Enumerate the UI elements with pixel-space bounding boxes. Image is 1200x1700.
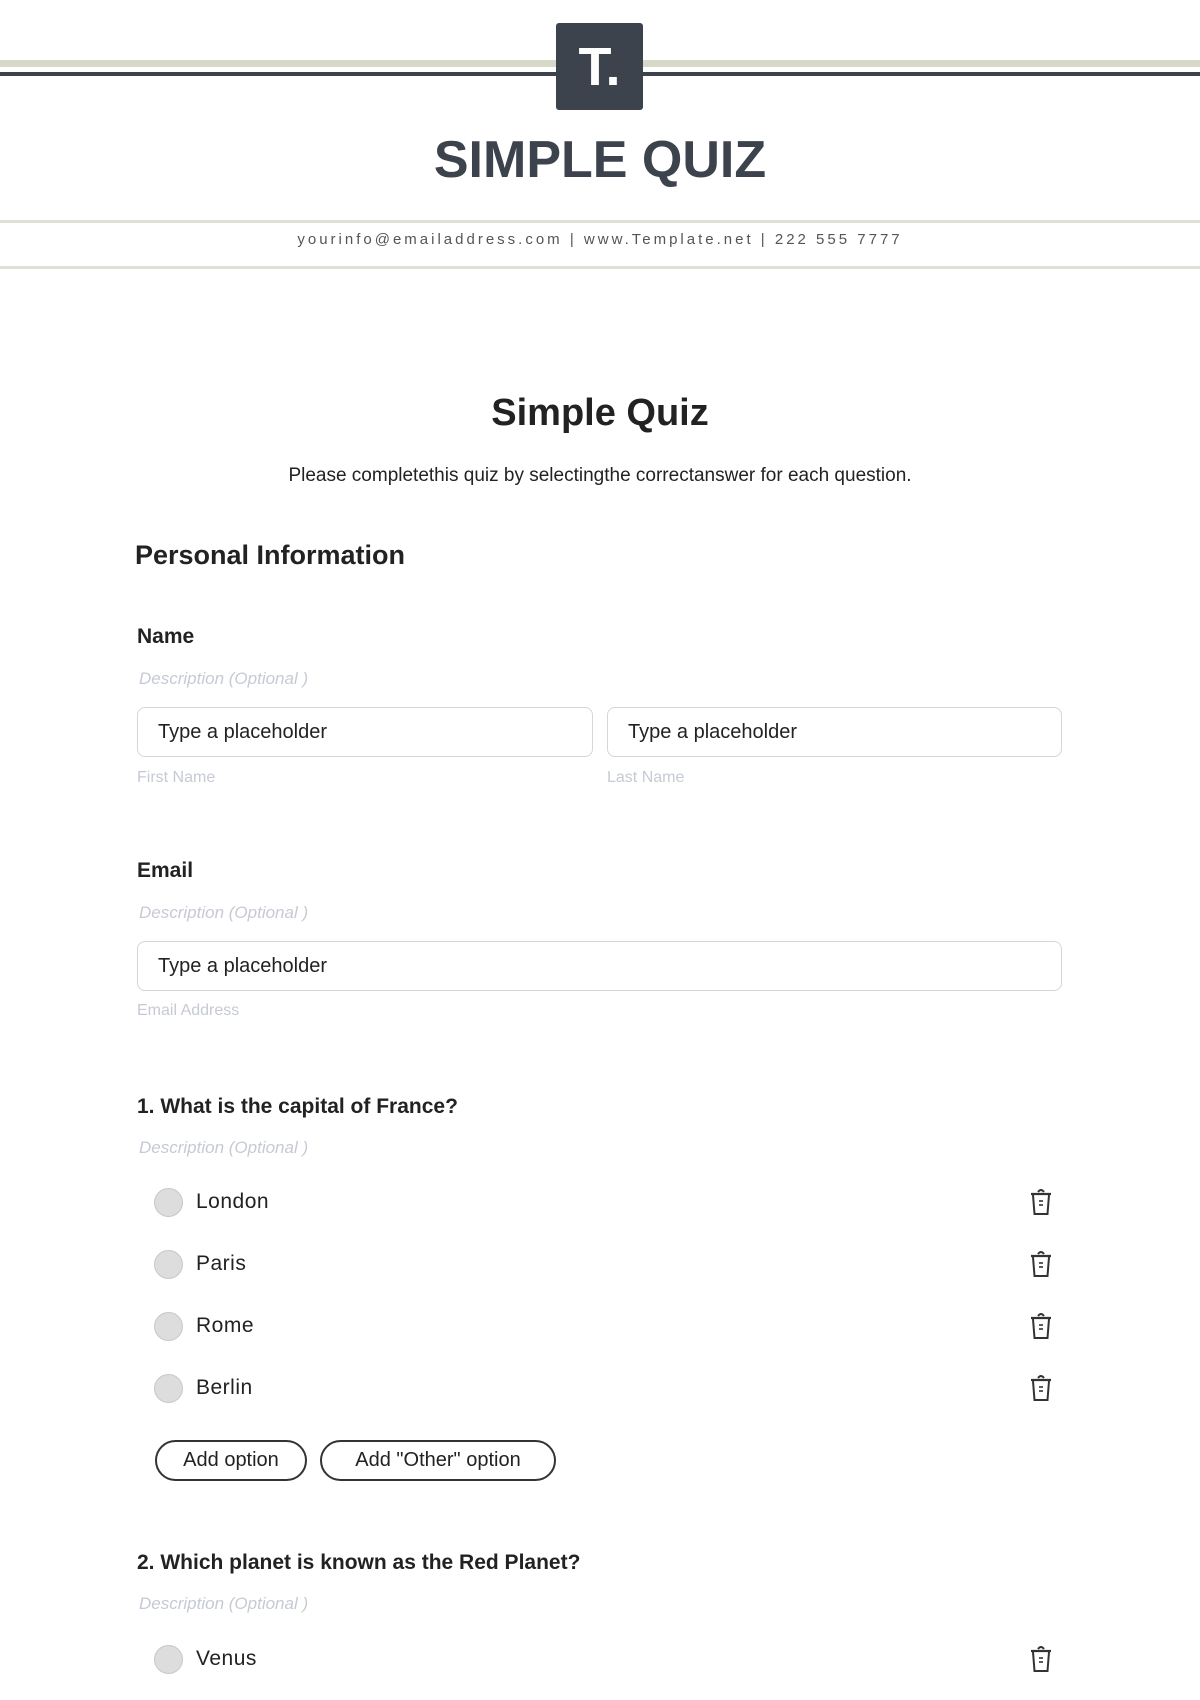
option-label: Paris bbox=[196, 1252, 247, 1275]
name-description[interactable]: Description (Optional ) bbox=[139, 669, 308, 689]
email-label: Email bbox=[137, 859, 194, 882]
trash-icon[interactable] bbox=[1028, 1645, 1054, 1673]
question-1-description[interactable]: Description (Optional ) bbox=[139, 1138, 308, 1158]
first-name-input[interactable]: Type a placeholder bbox=[137, 707, 593, 757]
radio-button[interactable] bbox=[154, 1644, 183, 1674]
form-subtitle: Please completethis quiz by selectingthe… bbox=[288, 465, 912, 486]
option-row[interactable]: Venus bbox=[154, 1642, 1054, 1676]
question-2-description[interactable]: Description (Optional ) bbox=[139, 1594, 308, 1614]
radio-button[interactable] bbox=[154, 1249, 183, 1279]
last-name-input[interactable]: Type a placeholder bbox=[607, 707, 1062, 757]
last-name-sublabel: Last Name bbox=[607, 769, 685, 786]
logo-letter: T. bbox=[578, 36, 621, 97]
email-sublabel: Email Address bbox=[137, 1002, 240, 1019]
add-option-button[interactable]: Add option bbox=[155, 1440, 307, 1481]
option-row[interactable]: London bbox=[154, 1185, 1054, 1219]
first-name-sublabel: First Name bbox=[137, 769, 216, 786]
email-input[interactable]: Type a placeholder bbox=[137, 941, 1062, 991]
option-label: Rome bbox=[196, 1314, 255, 1337]
trash-icon[interactable] bbox=[1028, 1250, 1054, 1278]
form-title: Simple Quiz bbox=[491, 392, 709, 434]
question-1-label: 1. What is the capital of France? bbox=[137, 1095, 458, 1118]
question-2-label: 2. Which planet is known as the Red Plan… bbox=[137, 1551, 581, 1574]
divider bbox=[0, 266, 1200, 269]
option-row[interactable]: Berlin bbox=[154, 1371, 1054, 1405]
radio-button[interactable] bbox=[154, 1311, 183, 1341]
option-label: London bbox=[196, 1190, 270, 1213]
email-description[interactable]: Description (Optional ) bbox=[139, 903, 308, 923]
option-label: Berlin bbox=[196, 1376, 253, 1399]
trash-icon[interactable] bbox=[1028, 1312, 1054, 1340]
trash-icon[interactable] bbox=[1028, 1188, 1054, 1216]
radio-button[interactable] bbox=[154, 1187, 183, 1217]
logo: T. bbox=[556, 23, 643, 110]
option-row[interactable]: Paris bbox=[154, 1247, 1054, 1281]
section-title: Personal Information bbox=[135, 540, 406, 570]
brand-title: SIMPLE QUIZ bbox=[433, 131, 767, 189]
radio-button[interactable] bbox=[154, 1373, 183, 1403]
contact-info: yourinfo@emailaddress.com | www.Template… bbox=[297, 231, 903, 248]
trash-icon[interactable] bbox=[1028, 1374, 1054, 1402]
divider bbox=[0, 220, 1200, 223]
name-label: Name bbox=[137, 625, 195, 648]
option-row[interactable]: Rome bbox=[154, 1309, 1054, 1343]
add-other-option-button[interactable]: Add "Other" option bbox=[320, 1440, 556, 1481]
option-label: Venus bbox=[196, 1647, 257, 1670]
